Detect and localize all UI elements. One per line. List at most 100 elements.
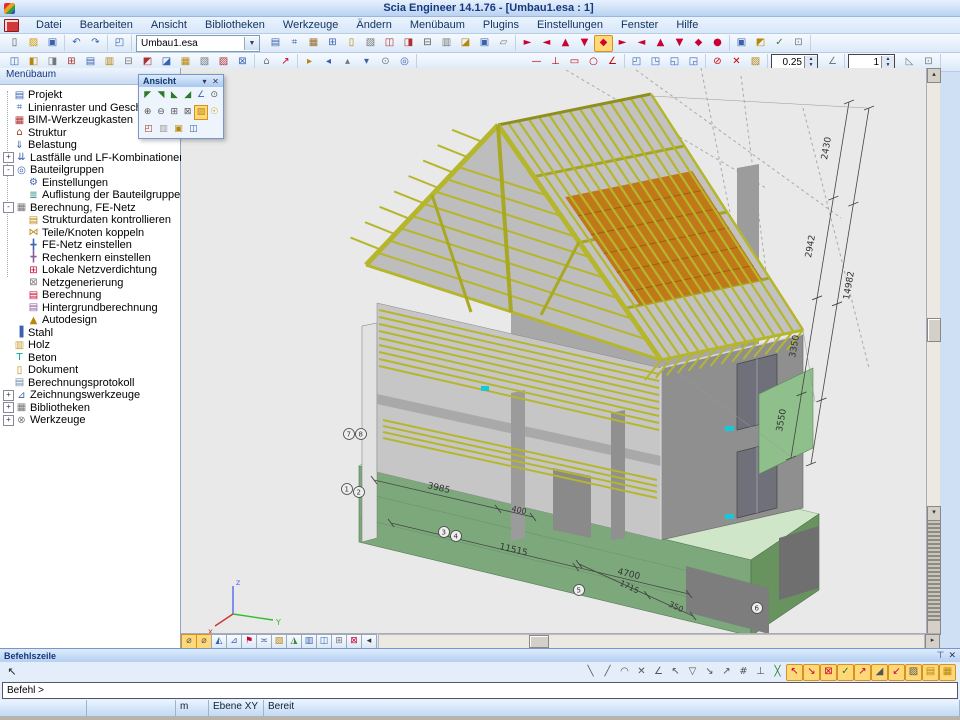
snap-midpoint-icon[interactable]: ╱ <box>599 664 616 681</box>
track-endpoint-icon[interactable]: ↖ <box>786 664 803 681</box>
tree-item-lastfälle-und-lf-kombinationen[interactable]: +⇊Lastfälle und LF-Kombinationen <box>0 152 180 165</box>
snap-endpoint-icon[interactable]: ╲ <box>582 664 599 681</box>
previous-selection-icon[interactable]: ▲ <box>651 35 670 52</box>
tree-item-strukturdaten-kontrollieren[interactable]: ▤Strukturdaten kontrollieren <box>0 214 180 227</box>
track-surface-icon[interactable]: ◢ <box>871 664 888 681</box>
menu-item-plugins[interactable]: Plugins <box>474 18 528 32</box>
view-z-icon[interactable]: ◣ <box>168 88 181 103</box>
vertical-scroll-thumb[interactable] <box>927 318 941 342</box>
track-node-icon[interactable]: ↗ <box>854 664 871 681</box>
document-icon[interactable]: ▣ <box>475 35 494 52</box>
print-data-icon[interactable]: ▥ <box>437 35 456 52</box>
command-input[interactable]: Befehl > <box>2 682 958 699</box>
menu-item-hilfe[interactable]: Hilfe <box>667 18 707 32</box>
menu-item-datei[interactable]: Datei <box>27 18 71 32</box>
pin-icon[interactable]: ⊤ <box>937 650 945 661</box>
apply-view-icon[interactable]: ✓ <box>770 35 789 52</box>
zoom-window-icon[interactable]: ⊞ <box>168 105 181 120</box>
select-by-property-icon[interactable]: ▲ <box>556 35 575 52</box>
grid-display-icon[interactable]: ⊠ <box>346 634 362 649</box>
snap-tangent-icon[interactable]: ▽ <box>684 664 701 681</box>
view-x-icon[interactable]: ◤ <box>141 88 154 103</box>
tree-item-bibliotheken[interactable]: +▦Bibliotheken <box>0 402 180 415</box>
menu-item-menübaum[interactable]: Menübaum <box>401 18 474 32</box>
document-system-icon[interactable] <box>4 19 19 32</box>
chevron-down-icon[interactable]: ▼ <box>244 37 259 50</box>
tree-item-netzgenerierung[interactable]: ⊠Netzgenerierung <box>0 277 180 290</box>
background-color-icon[interactable]: ▣ <box>171 122 186 137</box>
vertical-scrollbar[interactable]: ▴ ▾ <box>926 68 940 634</box>
selection-center-icon[interactable]: ● <box>708 35 727 52</box>
project-combo[interactable]: Umbau1.esa▼ <box>136 35 260 52</box>
tree-expand-plus-icon[interactable]: + <box>3 152 14 163</box>
open-project-icon[interactable]: ▨ <box>24 35 43 52</box>
visibility-settings-icon[interactable]: ▨ <box>194 105 207 120</box>
flag-icon[interactable]: ⚑ <box>241 634 257 649</box>
command-panel-title-bar[interactable]: Befehlszeile ⊤ ✕ <box>0 649 960 662</box>
paperspace-icon[interactable]: ◫ <box>380 35 399 52</box>
lightbulb-icon[interactable]: ☉ <box>208 105 221 120</box>
tree-item-belastung[interactable]: ⇓Belastung <box>0 139 180 152</box>
select-single-icon[interactable]: ► <box>518 35 537 52</box>
snap-intersection-icon[interactable]: ✕ <box>633 664 650 681</box>
menu-item-werkzeuge[interactable]: Werkzeuge <box>274 18 347 32</box>
render-window-icon[interactable]: ◫ <box>186 122 201 137</box>
dot-grid-icon[interactable]: ▤ <box>922 664 939 681</box>
tree-item-berechnung[interactable]: ▤Berechnung <box>0 289 180 302</box>
tree-item-einstellungen[interactable]: ⚙Einstellungen <box>0 177 180 190</box>
undo-icon[interactable]: ↶ <box>67 35 86 52</box>
save-view-icon[interactable]: ▣ <box>732 35 751 52</box>
snap-grid-icon[interactable]: # <box>735 664 752 681</box>
tree-expand-plus-icon[interactable]: + <box>3 402 14 413</box>
palette-menu-icon[interactable]: ▾ <box>199 77 210 86</box>
track-line-icon[interactable]: ↙ <box>888 664 905 681</box>
new-document-icon[interactable]: ▯ <box>5 35 24 52</box>
spinner-arrows[interactable]: ▲▼ <box>804 56 817 68</box>
snap-arc-icon[interactable]: ◠ <box>616 664 633 681</box>
tree-item-beton[interactable]: TBeton <box>0 352 180 365</box>
save-view-add-icon[interactable]: ◩ <box>751 35 770 52</box>
gallery-icon[interactable]: ▧ <box>361 35 380 52</box>
track-midpoint-icon[interactable]: ↘ <box>803 664 820 681</box>
view-y-icon[interactable]: ◥ <box>154 88 167 103</box>
tree-item-werkzeuge[interactable]: +⊗Werkzeuge <box>0 414 180 427</box>
tree-item-berechnungsprotokoll[interactable]: ▤Berechnungsprotokoll <box>0 377 180 390</box>
tree-item-holz[interactable]: ▥Holz <box>0 339 180 352</box>
surface-display-icon[interactable]: ◮ <box>286 634 302 649</box>
zoom-out-icon[interactable]: ⊖ <box>154 105 167 120</box>
menu-item-fenster[interactable]: Fenster <box>612 18 667 32</box>
load-display-icon[interactable]: ◫ <box>316 634 332 649</box>
clip-front-icon[interactable]: ⌀ <box>181 634 197 649</box>
clipboard-copy-icon[interactable]: ▥ <box>156 122 171 137</box>
line-grid-snap-icon[interactable]: ▦ <box>939 664 956 681</box>
clipboard-icon[interactable]: ▯ <box>342 35 361 52</box>
select-by-layer-icon[interactable]: ▼ <box>575 35 594 52</box>
menu-item-ansicht[interactable]: Ansicht <box>142 18 196 32</box>
tree-item-dokument[interactable]: ▯Dokument <box>0 364 180 377</box>
graph-view-icon[interactable]: ⊿ <box>226 634 242 649</box>
send-icon[interactable]: ▱ <box>494 35 513 52</box>
tree-item-fe-netz-einstellen[interactable]: ╋FE-Netz einstellen <box>0 239 180 252</box>
clip-back-icon[interactable]: ⌀ <box>196 634 212 649</box>
snap-ortho-icon[interactable]: ⊥ <box>752 664 769 681</box>
tree-item-hintergrundberechnung[interactable]: ▤Hintergrundberechnung <box>0 302 180 315</box>
horizontal-scrollbar[interactable] <box>378 634 925 649</box>
snap-edge-icon[interactable]: ↘ <box>701 664 718 681</box>
track-intersection-icon[interactable]: ⊠ <box>820 664 837 681</box>
menu-item-bibliotheken[interactable]: Bibliotheken <box>196 18 274 32</box>
catalog-blocks-icon[interactable]: ⊞ <box>323 35 342 52</box>
project-data-icon[interactable]: ▤ <box>266 35 285 52</box>
menu-item-ändern[interactable]: Ändern <box>347 18 400 32</box>
zoom-all-icon[interactable]: ⊙ <box>208 88 221 103</box>
ansicht-palette[interactable]: Ansicht ▾ ✕ ◤◥◣◢∠⊙⊕⊖⊞⊠▨☉◰▥▣◫ <box>138 74 224 139</box>
horizontal-scroll-thumb[interactable] <box>529 635 549 648</box>
snap-angle-icon[interactable]: ∠ <box>650 664 667 681</box>
close-viewport-icon[interactable]: ◰ <box>110 35 129 52</box>
tree-item-autodesign[interactable]: ▲Autodesign <box>0 314 180 327</box>
close-panel-icon[interactable]: ✕ <box>948 650 956 661</box>
tree-item-lokale-netzverdichtung[interactable]: ⊞Lokale Netzverdichtung <box>0 264 180 277</box>
select-by-workplane-icon[interactable]: ◆ <box>594 35 613 52</box>
spinner-arrows[interactable]: ▲▼ <box>881 56 894 68</box>
select-by-cursor-icon[interactable]: ◄ <box>537 35 556 52</box>
axonometric-view-icon[interactable]: ◢ <box>181 88 194 103</box>
